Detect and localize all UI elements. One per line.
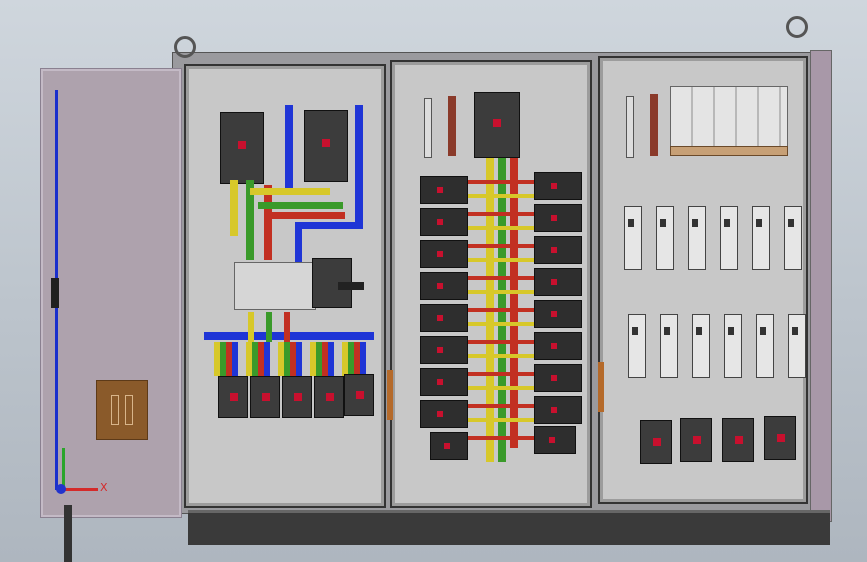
- circuit-breaker-icon[interactable]: [534, 172, 582, 200]
- relay-icon[interactable]: [788, 314, 806, 378]
- circuit-breaker-icon[interactable]: [764, 416, 796, 460]
- circuit-breaker-icon[interactable]: [534, 426, 576, 454]
- terminal-strip-icon: [670, 146, 788, 156]
- circuit-breaker-icon[interactable]: [430, 432, 468, 460]
- relay-row-upper: [624, 206, 802, 272]
- eyebolt-icon: [786, 16, 808, 38]
- terminal-strip-icon: [626, 96, 634, 158]
- mcb-column-left: [420, 176, 468, 460]
- circuit-breaker-icon[interactable]: [420, 304, 468, 332]
- busbar-icon: [295, 222, 302, 262]
- circuit-breaker-icon[interactable]: [420, 400, 468, 428]
- circuit-breaker-icon[interactable]: [314, 376, 344, 418]
- busbar-icon: [285, 105, 293, 195]
- door-handle[interactable]: [51, 278, 59, 308]
- busbar-icon: [250, 188, 330, 195]
- circuit-breaker-icon[interactable]: [220, 112, 264, 184]
- relay-row-lower: [628, 314, 806, 380]
- busbar-icon: [248, 312, 254, 342]
- hinge: [387, 370, 393, 420]
- feeder-cables: [214, 342, 374, 376]
- circuit-breaker-icon[interactable]: [640, 420, 672, 464]
- relay-icon[interactable]: [628, 314, 646, 378]
- door-cable: [64, 505, 72, 562]
- hinge: [598, 362, 604, 412]
- circuit-breaker-icon[interactable]: [420, 272, 468, 300]
- terminal-strip-icon: [650, 94, 658, 156]
- terminal-strip-icon: [424, 98, 432, 158]
- terminal-strip-icon: [448, 96, 456, 156]
- switch-disconnector[interactable]: [234, 262, 316, 310]
- circuit-breaker-icon[interactable]: [534, 364, 582, 392]
- relay-icon[interactable]: [692, 314, 710, 378]
- busbar-icon: [230, 180, 238, 236]
- circuit-breaker-icon[interactable]: [534, 236, 582, 264]
- circuit-breaker-icon[interactable]: [534, 268, 582, 296]
- relay-icon[interactable]: [720, 206, 738, 270]
- relay-icon[interactable]: [752, 206, 770, 270]
- handle-lever[interactable]: [338, 282, 364, 290]
- circuit-breaker-icon[interactable]: [282, 376, 312, 418]
- circuit-breaker-icon[interactable]: [474, 92, 520, 158]
- circuit-breaker-icon[interactable]: [344, 374, 374, 416]
- axis-x-label: X: [100, 481, 108, 494]
- mcb-column-right: [534, 172, 582, 454]
- relay-icon[interactable]: [660, 314, 678, 378]
- circuit-breaker-icon[interactable]: [680, 418, 712, 462]
- circuit-breaker-icon[interactable]: [534, 204, 582, 232]
- distribution-block: [670, 86, 788, 148]
- circuit-breaker-icon[interactable]: [534, 396, 582, 424]
- circuit-breaker-icon[interactable]: [722, 418, 754, 462]
- relay-icon[interactable]: [784, 206, 802, 270]
- circuit-breaker-icon[interactable]: [420, 336, 468, 364]
- relay-icon[interactable]: [688, 206, 706, 270]
- busbar-icon: [264, 185, 272, 260]
- tap-conductors: [462, 180, 534, 442]
- busbar-icon: [266, 312, 272, 342]
- circuit-breaker-icon[interactable]: [304, 110, 348, 182]
- cabinet-right-side: [810, 50, 832, 522]
- relay-icon[interactable]: [656, 206, 674, 270]
- axis-triad-icon: X: [56, 448, 108, 508]
- busbar-icon: [284, 312, 290, 342]
- relay-icon[interactable]: [624, 206, 642, 270]
- busbar-icon: [355, 105, 363, 225]
- circuit-breaker-icon[interactable]: [218, 376, 248, 418]
- circuit-breaker-icon[interactable]: [534, 332, 582, 360]
- circuit-breaker-icon[interactable]: [420, 208, 468, 236]
- circuit-breaker-icon[interactable]: [534, 300, 582, 328]
- busbar-icon: [258, 202, 343, 209]
- circuit-breaker-icon[interactable]: [420, 240, 468, 268]
- circuit-breaker-icon[interactable]: [420, 368, 468, 396]
- circuit-breaker-icon[interactable]: [250, 376, 280, 418]
- door-nameplate: [96, 380, 148, 440]
- busbar-icon: [295, 222, 363, 229]
- busbar-icon: [270, 212, 345, 219]
- cabinet-plinth: [188, 510, 830, 545]
- relay-icon[interactable]: [724, 314, 742, 378]
- circuit-breaker-icon[interactable]: [420, 176, 468, 204]
- relay-icon[interactable]: [756, 314, 774, 378]
- eyebolt-icon: [174, 36, 196, 58]
